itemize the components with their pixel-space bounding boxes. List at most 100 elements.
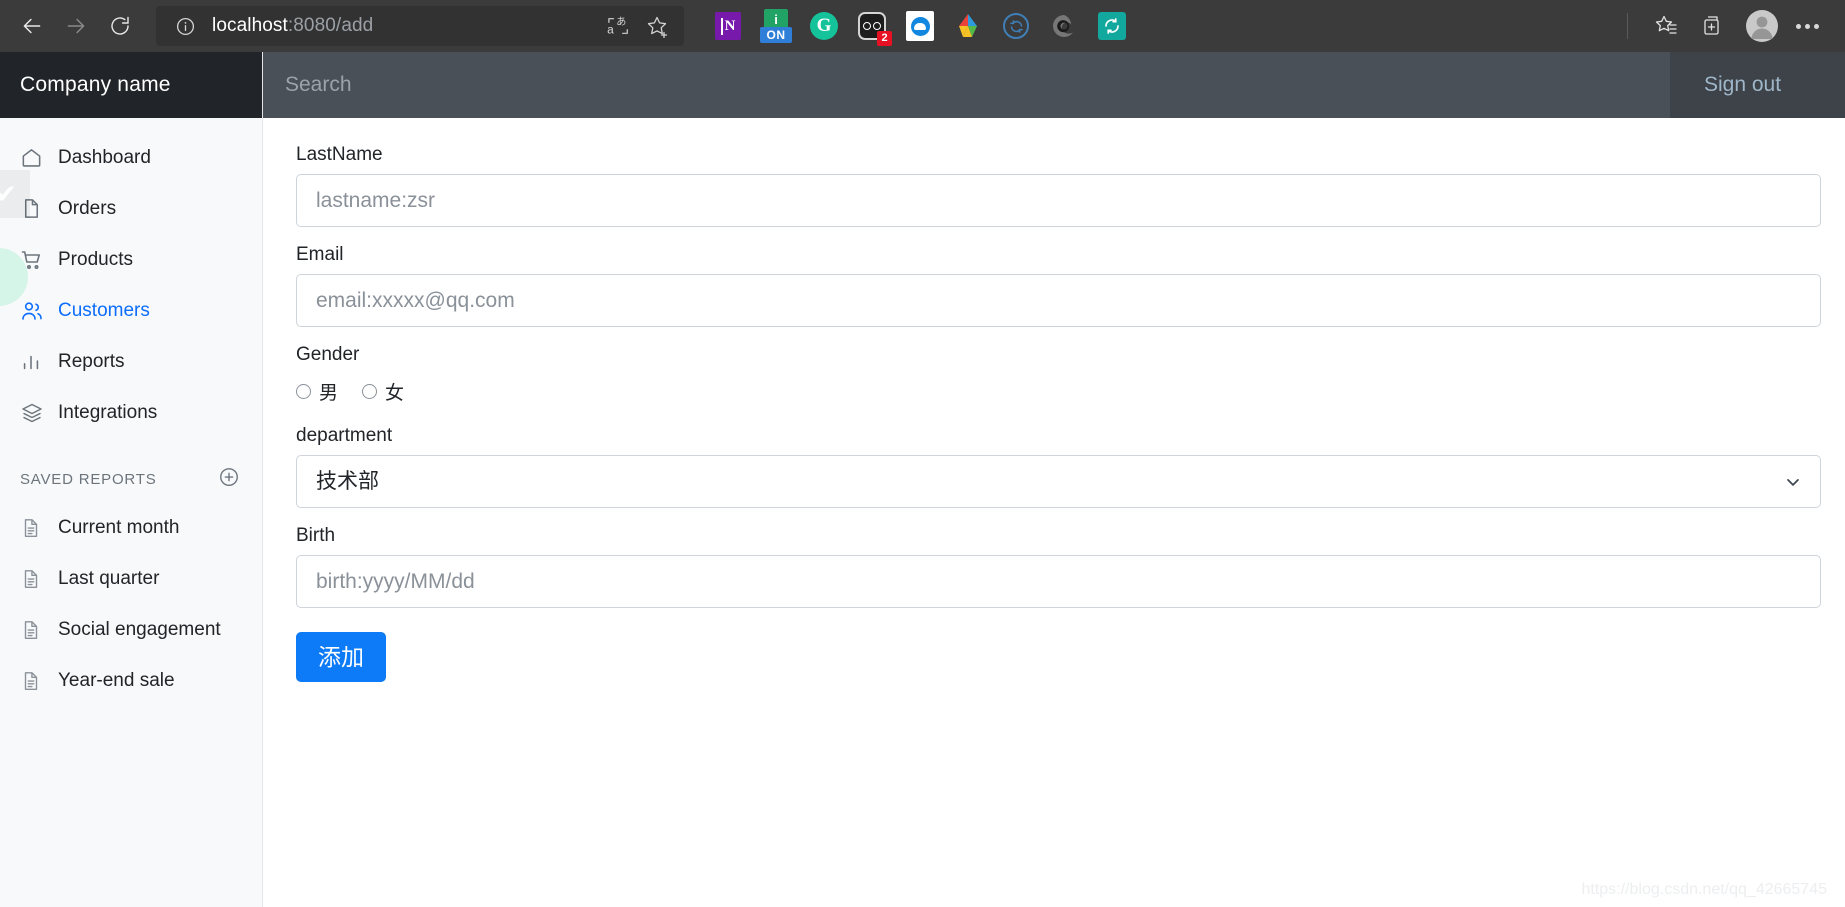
field-email: Email: [296, 244, 1821, 327]
sidebar-report-social-engagement[interactable]: Social engagement: [0, 604, 262, 655]
svg-text:あ: あ: [616, 16, 626, 28]
sidebar-report-last-quarter[interactable]: Last quarter: [0, 553, 262, 604]
toolbar-divider: [1627, 13, 1628, 39]
signout-container: Sign out: [1670, 52, 1845, 118]
sidebar-item-label: Orders: [58, 197, 117, 219]
gender-label: Gender: [296, 344, 360, 365]
extension-badge-count: 2: [877, 31, 892, 46]
form-content: LastName Email Gender 男 女: [263, 118, 1845, 907]
sidebar-report-label: Current month: [58, 516, 180, 538]
field-lastname: LastName: [296, 144, 1821, 227]
birth-label: Birth: [296, 525, 336, 546]
document-icon: [20, 517, 50, 539]
lastname-label: LastName: [296, 144, 383, 165]
browser-toolbar: localhost:8080/add a あ N i ON G 2: [0, 0, 1845, 52]
refresh-extension-icon[interactable]: [1088, 4, 1136, 48]
document-icon: [20, 670, 50, 692]
svg-text:a: a: [607, 22, 614, 36]
sidebar-item-products[interactable]: Products: [0, 234, 262, 285]
sidebar-item-reports[interactable]: Reports: [0, 336, 262, 387]
saved-reports-section-header: SAVED REPORTS: [0, 438, 262, 502]
edge-extension-icon[interactable]: [1040, 4, 1088, 48]
collections-icon: [1704, 16, 1719, 35]
home-icon: [20, 146, 50, 169]
profile-button[interactable]: [1738, 4, 1786, 48]
people-icon: [20, 299, 50, 323]
translate-icon[interactable]: a あ: [600, 9, 638, 43]
sidebar-item-integrations[interactable]: Integrations: [0, 387, 262, 438]
forward-arrow-icon: [67, 18, 85, 34]
sidebar-report-current-month[interactable]: Current month: [0, 502, 262, 553]
gender-option-female[interactable]: 女: [362, 378, 404, 405]
sidebar-item-orders[interactable]: Orders: [0, 183, 262, 234]
gender-option-label: 女: [385, 382, 405, 404]
sidebar-item-label: Integrations: [58, 401, 158, 423]
document-icon: [20, 619, 50, 641]
favorites-button[interactable]: [1642, 4, 1690, 48]
sidebar-item-dashboard[interactable]: Dashboard: [0, 132, 262, 183]
favorite-star-icon[interactable]: [638, 9, 676, 43]
sidebar-item-label: Products: [58, 248, 133, 270]
sidebar-item-label: Dashboard: [58, 146, 151, 168]
sidebar-item-label: Reports: [58, 350, 125, 372]
field-birth: Birth: [296, 525, 1821, 608]
browser-right-tools: [1613, 4, 1835, 48]
sidebar: Company name Dashboard Orders Products C…: [0, 52, 263, 907]
document-icon: [20, 568, 50, 590]
cart-icon: [20, 248, 50, 272]
url-path: :8080/add: [287, 15, 374, 36]
department-label: department: [296, 425, 393, 446]
email-input[interactable]: [296, 274, 1821, 327]
department-select-wrapper: 技术部: [296, 455, 1821, 508]
sidebar-report-label: Last quarter: [58, 567, 160, 589]
sidebar-report-year-end-sale[interactable]: Year-end sale: [0, 655, 262, 706]
sidebar-item-label: Customers: [58, 299, 150, 321]
back-arrow-icon: [23, 18, 41, 34]
gender-option-label: 男: [319, 382, 339, 404]
submit-add-button[interactable]: 添加: [296, 632, 386, 683]
refresh-button[interactable]: [98, 4, 142, 48]
radio-circle-icon[interactable]: [362, 383, 378, 399]
onenote-clipper-icon[interactable]: i ON: [752, 4, 800, 48]
bar-chart-icon: [20, 351, 50, 373]
sidebar-item-customers[interactable]: Customers: [0, 285, 262, 336]
signout-link[interactable]: Sign out: [1704, 73, 1781, 97]
app-shell: Company name Dashboard Orders Products C…: [0, 52, 1845, 907]
add-report-button[interactable]: [218, 466, 240, 492]
file-icon: [20, 197, 50, 220]
birth-input[interactable]: [296, 555, 1821, 608]
sync-extension-icon[interactable]: [992, 4, 1040, 48]
onedrive-extension-icon[interactable]: [896, 4, 944, 48]
gender-radio-group: 男 女: [296, 374, 1821, 408]
brand-title: Company name: [0, 52, 262, 118]
gender-option-male[interactable]: 男: [296, 378, 338, 405]
sidebar-nav: Dashboard Orders Products Customers Repo…: [0, 118, 262, 706]
search-input[interactable]: [263, 52, 1670, 118]
profile-avatar-icon: [1746, 10, 1778, 42]
onenote-extension-icon[interactable]: N: [704, 4, 752, 48]
department-select[interactable]: 技术部: [296, 455, 1821, 508]
email-label: Email: [296, 244, 344, 265]
radio-circle-icon[interactable]: [296, 383, 311, 399]
app-topbar: Sign out: [263, 52, 1845, 118]
extensions-strip: N i ON G 2: [704, 4, 1136, 48]
grammarly-extension-icon[interactable]: G: [800, 4, 848, 48]
layers-icon: [20, 401, 50, 425]
address-bar[interactable]: localhost:8080/add a あ: [156, 6, 684, 46]
url-host: localhost: [212, 15, 288, 36]
url-text: localhost:8080/add: [212, 15, 600, 37]
site-info-icon[interactable]: [172, 13, 198, 39]
dark-reader-extension-icon[interactable]: 2: [848, 4, 896, 48]
sidebar-report-label: Social engagement: [58, 618, 221, 640]
settings-more-button[interactable]: [1786, 23, 1835, 29]
watermark-text: https://blog.csdn.net/qq_42665745: [1581, 881, 1827, 898]
collections-button[interactable]: [1690, 4, 1738, 48]
sidebar-report-label: Year-end sale: [58, 669, 175, 691]
forward-button[interactable]: [54, 4, 98, 48]
back-button[interactable]: [10, 4, 54, 48]
field-gender: Gender 男 女: [296, 344, 1821, 408]
drive-extension-icon[interactable]: [944, 4, 992, 48]
saved-reports-title: SAVED REPORTS: [20, 470, 157, 488]
lastname-input[interactable]: [296, 174, 1821, 227]
reload-icon: [111, 16, 129, 35]
